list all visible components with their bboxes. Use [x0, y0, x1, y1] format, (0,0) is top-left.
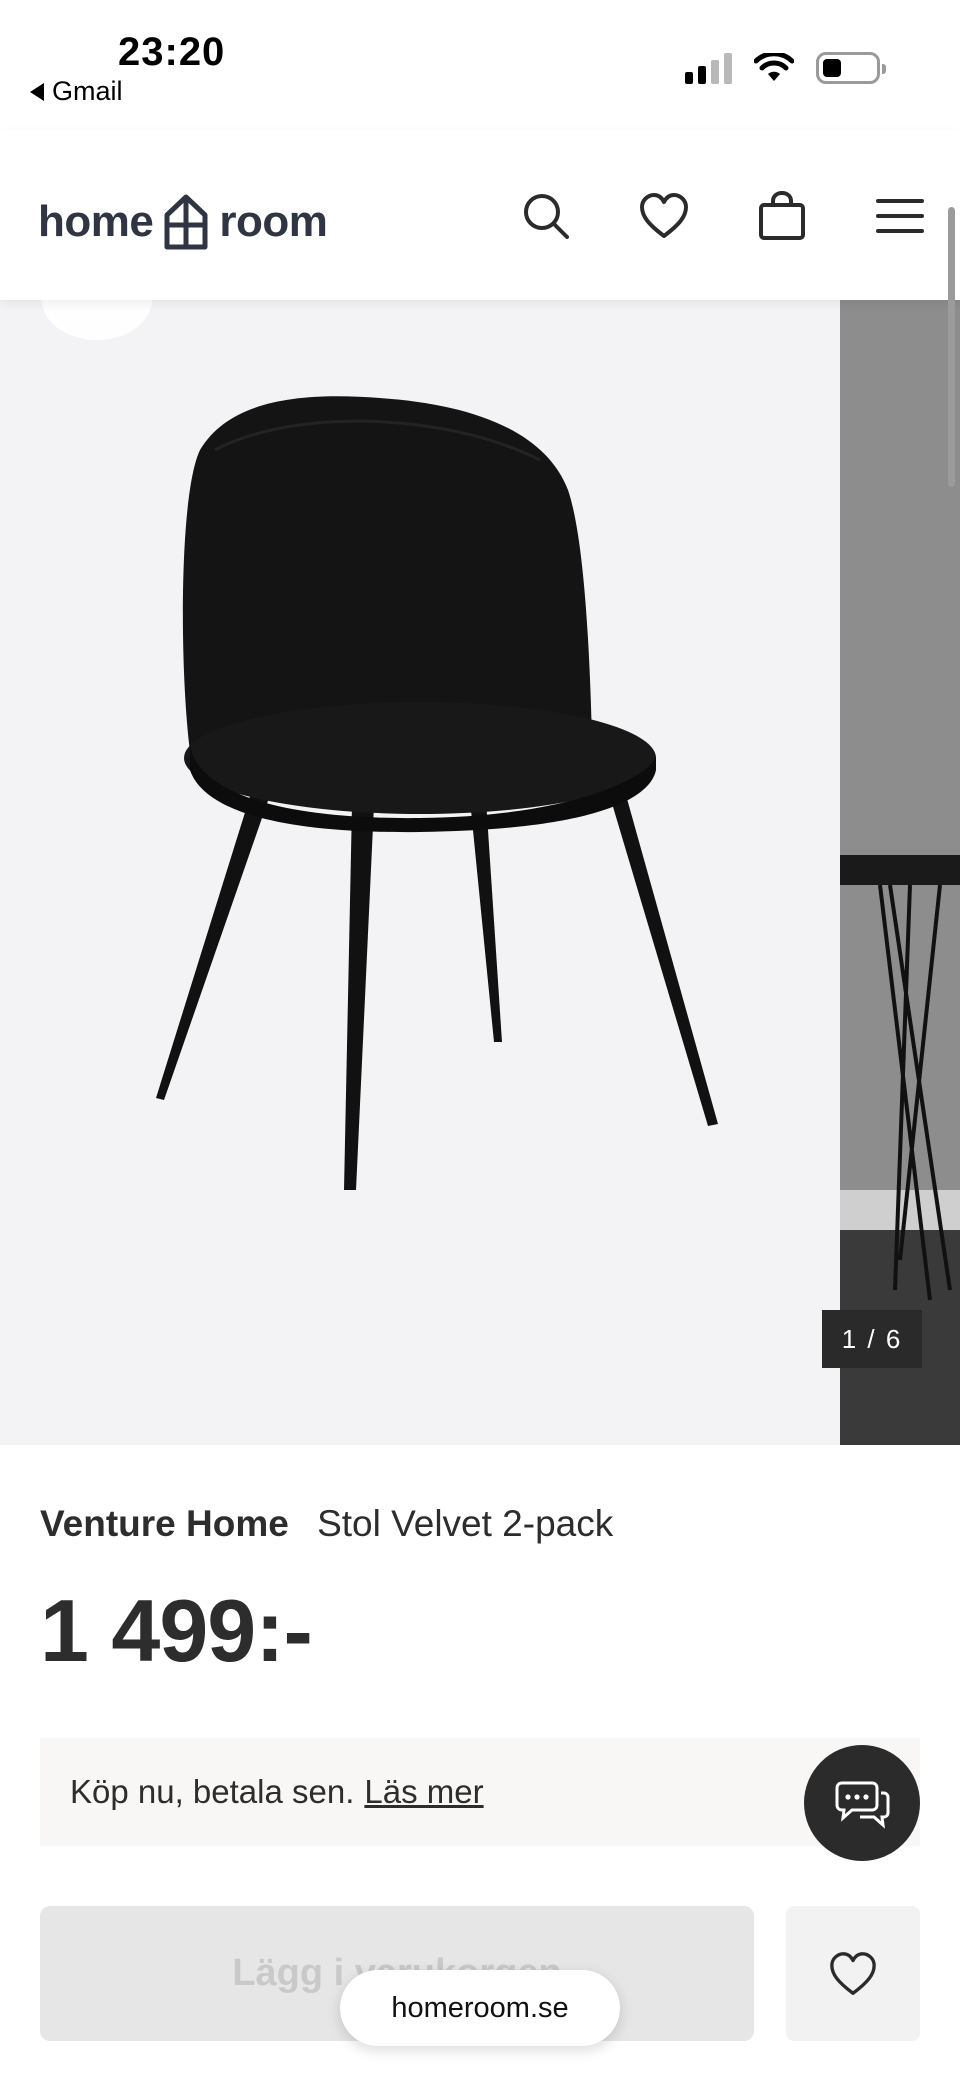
- house-logo-icon: [164, 194, 208, 250]
- status-indicators: [685, 52, 886, 84]
- menu-icon[interactable]: [874, 190, 926, 242]
- product-image-chair[interactable]: [0, 300, 838, 1445]
- site-header: home room: [0, 130, 960, 300]
- wifi-icon: [754, 53, 794, 81]
- product-price: 1 499:-: [40, 1581, 313, 1680]
- back-to-app-link[interactable]: Gmail: [30, 76, 123, 107]
- page-scrollbar[interactable]: [948, 207, 955, 487]
- heart-icon[interactable]: [638, 190, 690, 242]
- gallery-counter: 1 / 6: [822, 1310, 922, 1368]
- status-bar: 23:20 Gmail: [0, 0, 960, 130]
- back-app-label: Gmail: [52, 76, 123, 106]
- status-time: 23:20: [118, 30, 226, 74]
- browser-url-bar[interactable]: homeroom.se: [340, 1970, 620, 2046]
- chair-illustration: [156, 396, 718, 1190]
- logo-text-room: room: [219, 197, 328, 246]
- logo-text-home: home: [38, 197, 154, 246]
- financing-banner: Köp nu, betala sen. Läs mer: [40, 1738, 920, 1846]
- product-brand[interactable]: Venture Home: [40, 1503, 289, 1544]
- financing-read-more-link[interactable]: Läs mer: [364, 1773, 483, 1811]
- search-icon[interactable]: [520, 190, 572, 242]
- heart-icon: [830, 1951, 876, 1995]
- add-to-wishlist-button[interactable]: [786, 1906, 920, 2041]
- product-image-next-preview[interactable]: [840, 300, 960, 1445]
- product-name: Stol Velvet 2-pack: [317, 1503, 614, 1544]
- product-title: Venture Home Stol Velvet 2-pack: [40, 1503, 613, 1545]
- cellular-signal-icon: [685, 52, 732, 84]
- header-actions: [520, 190, 926, 242]
- room-scene-illustration: [840, 300, 960, 1445]
- chat-bubbles-icon: [835, 1781, 890, 1829]
- homeroom-logo[interactable]: home room: [38, 193, 328, 251]
- back-arrow-icon: [30, 82, 44, 101]
- chat-support-button[interactable]: [804, 1745, 920, 1861]
- shopping-bag-icon[interactable]: [756, 190, 808, 242]
- battery-icon: [816, 52, 886, 84]
- financing-text: Köp nu, betala sen.: [70, 1773, 355, 1810]
- product-image-gallery[interactable]: 1 / 6: [0, 300, 960, 1445]
